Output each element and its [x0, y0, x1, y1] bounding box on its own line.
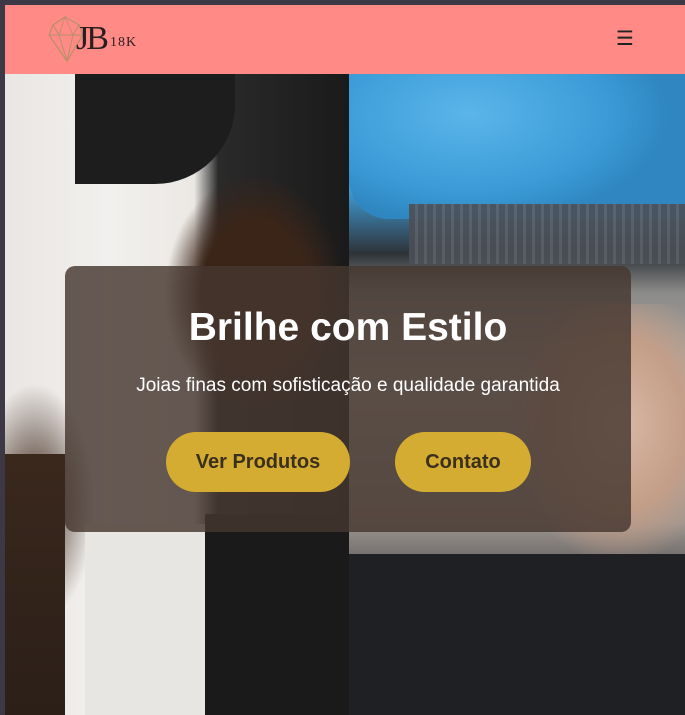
- hero-card: Brilhe com Estilo Joias finas com sofist…: [65, 266, 631, 532]
- logo-suffix: 18K: [110, 35, 138, 50]
- page-viewport: JB 18K ☰ Brilhe com Estilo Joias finas c…: [5, 5, 685, 715]
- brand-logo[interactable]: JB 18K: [45, 13, 145, 65]
- hero-title: Brilhe com Estilo: [188, 306, 508, 349]
- hamburger-menu-icon[interactable]: ☰: [615, 27, 635, 49]
- hero-subtitle: Joias finas com sofisticação e qualidade…: [136, 375, 560, 396]
- site-header: JB 18K ☰: [5, 5, 685, 74]
- contact-button[interactable]: Contato: [395, 432, 531, 492]
- view-products-button[interactable]: Ver Produtos: [166, 432, 350, 492]
- hero-section: Brilhe com Estilo Joias finas com sofist…: [5, 74, 685, 715]
- logo-monogram: JB: [76, 20, 109, 57]
